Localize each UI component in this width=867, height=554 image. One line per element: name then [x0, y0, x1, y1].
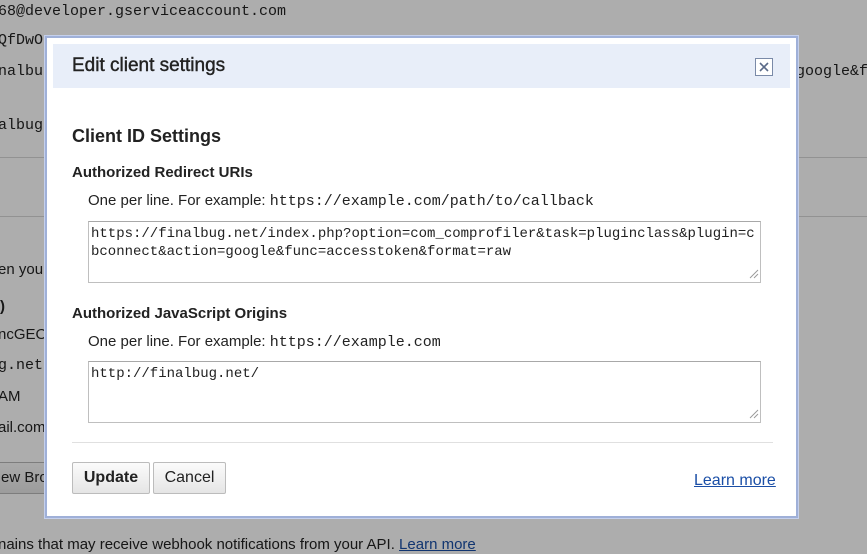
dialog-body: Edit client settings Client ID Settings … — [53, 44, 790, 510]
redirect-uris-textarea[interactable] — [88, 221, 761, 283]
resize-grip-icon[interactable] — [747, 407, 759, 419]
dialog-title: Edit client settings — [72, 55, 226, 76]
js-origins-label: Authorized JavaScript Origins — [72, 305, 288, 322]
update-button[interactable]: Update — [72, 462, 150, 494]
cancel-button[interactable]: Cancel — [153, 462, 226, 494]
redirect-uris-hint: One per line. For example: https://examp… — [88, 192, 594, 210]
learn-more-link[interactable]: Learn more — [694, 472, 776, 490]
close-button[interactable] — [755, 58, 773, 76]
redirect-uris-label: Authorized Redirect URIs — [72, 164, 253, 181]
dialog-divider — [72, 442, 773, 443]
redirect-hint-prefix: One per line. For example: — [88, 192, 270, 209]
origins-hint-prefix: One per line. For example: — [88, 333, 270, 350]
redirect-hint-example: https://example.com/path/to/callback — [269, 193, 594, 210]
close-icon — [759, 62, 769, 72]
edit-client-dialog: Edit client settings Client ID Settings … — [45, 36, 798, 518]
js-origins-textarea[interactable] — [88, 361, 761, 423]
js-origins-hint: One per line. For example: https://examp… — [88, 333, 441, 351]
resize-grip-icon[interactable] — [747, 267, 759, 279]
dialog-header: Edit client settings — [53, 44, 790, 88]
section-title: Client ID Settings — [72, 126, 222, 146]
origins-hint-example: https://example.com — [269, 334, 441, 351]
